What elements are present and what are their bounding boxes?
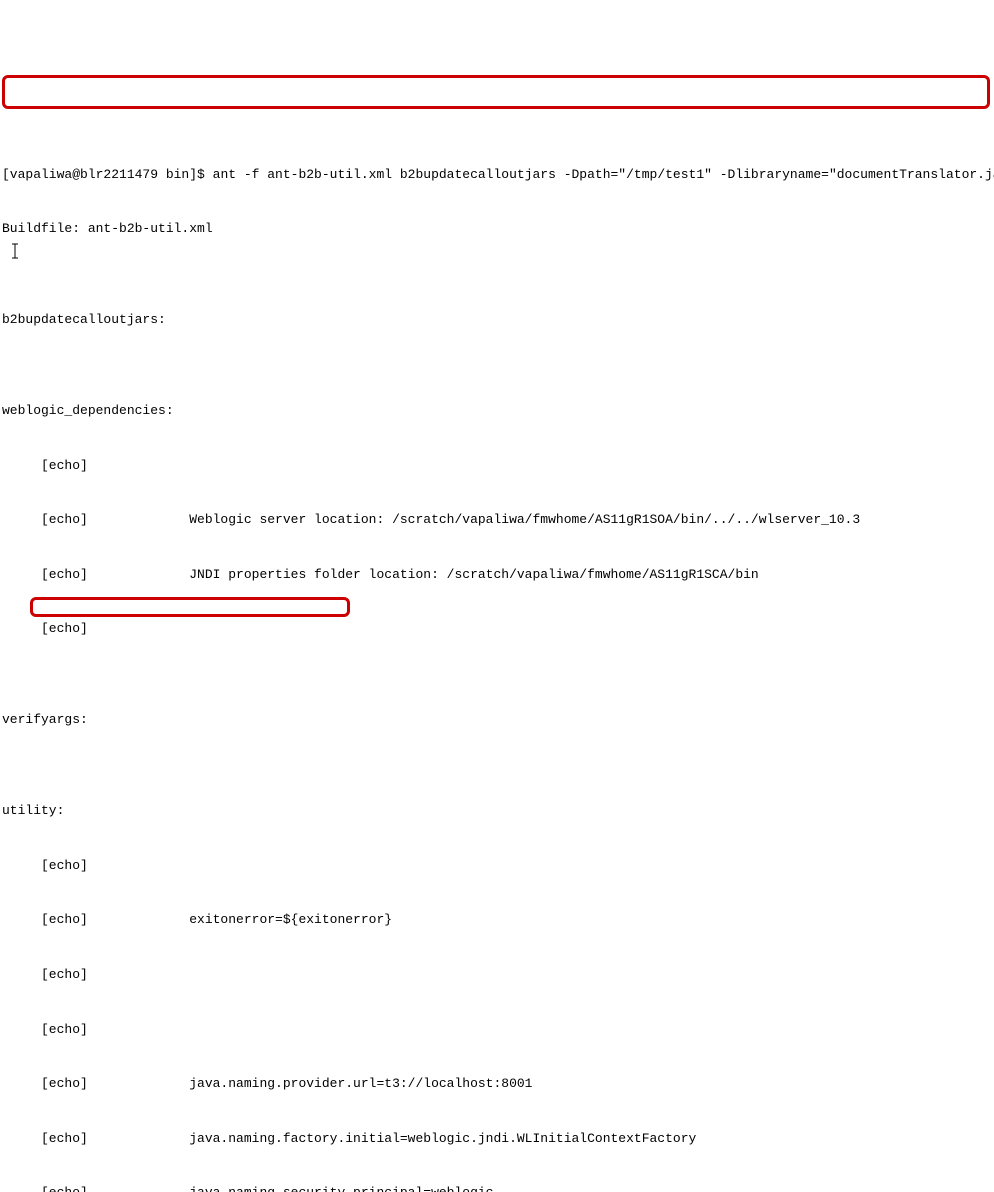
terminal-output: [vapaliwa@blr2211479 bin]$ ant -f ant-b2… <box>2 75 992 1192</box>
output-line: [echo] <box>2 966 992 984</box>
output-line: [echo] java.naming.security.principal=we… <box>2 1184 992 1192</box>
output-line: [echo] <box>2 1021 992 1039</box>
prompt-line: [vapaliwa@blr2211479 bin]$ ant -f ant-b2… <box>2 166 992 184</box>
output-line: [echo] <box>2 620 992 638</box>
output-line: Buildfile: ant-b2b-util.xml <box>2 220 992 238</box>
output-line: [echo] java.naming.provider.url=t3://loc… <box>2 1075 992 1093</box>
prompt-text: [vapaliwa@blr2211479 bin]$ <box>2 167 213 182</box>
command-highlight-box <box>2 75 990 109</box>
output-line: b2bupdatecalloutjars: <box>2 311 992 329</box>
output-line: weblogic_dependencies: <box>2 402 992 420</box>
output-line: [echo] exitonerror=${exitonerror} <box>2 911 992 929</box>
command-text: ant -f ant-b2b-util.xml b2bupdatecallout… <box>213 167 994 182</box>
output-line: utility: <box>2 802 992 820</box>
output-line: [echo] java.naming.factory.initial=weblo… <box>2 1130 992 1148</box>
text-cursor-icon <box>10 243 20 259</box>
output-line: [echo] <box>2 457 992 475</box>
output-line: verifyargs: <box>2 711 992 729</box>
result-highlight-box <box>30 597 350 617</box>
output-line: [echo] <box>2 857 992 875</box>
output-line: [echo] JNDI properties folder location: … <box>2 566 992 584</box>
output-line: [echo] Weblogic server location: /scratc… <box>2 511 992 529</box>
